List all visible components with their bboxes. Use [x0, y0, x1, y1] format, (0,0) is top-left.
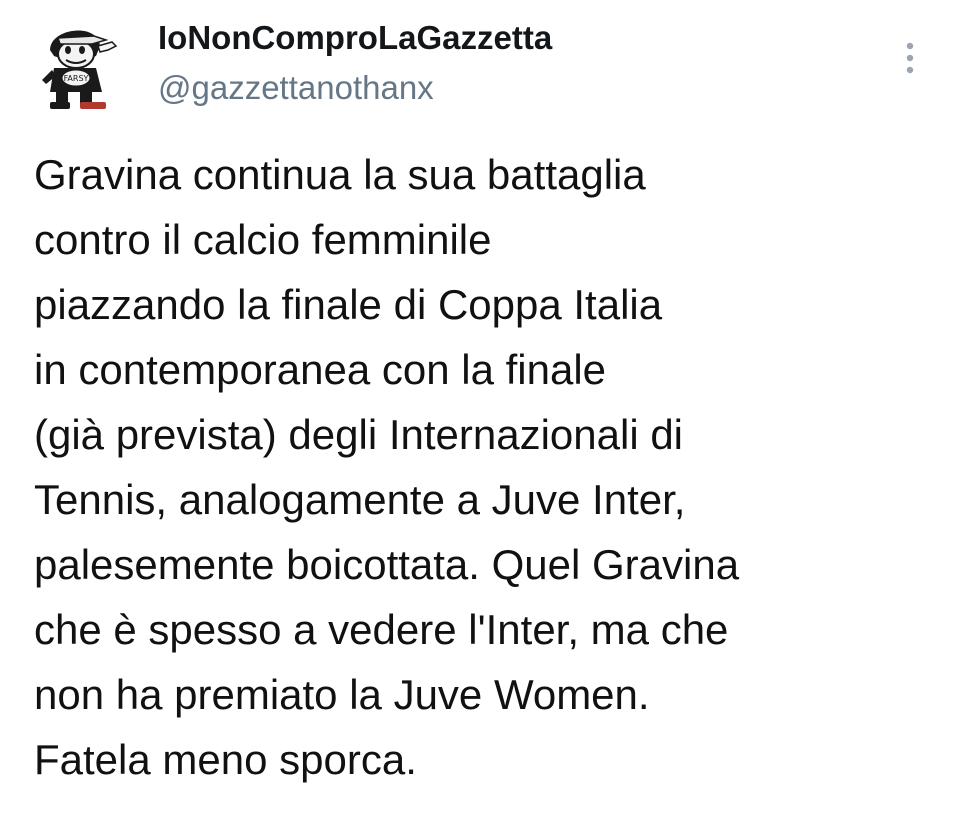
author-handle[interactable]: @gazzettanothanx: [158, 66, 434, 110]
cartoon-avatar-icon: FARSY: [42, 30, 118, 109]
tweet-text-line: palesemente boicottata. Quel Gravina: [34, 541, 740, 588]
tweet-text: Gravina continua la sua battaglia contro…: [34, 142, 934, 792]
tweet-text-line: che è spesso a vedere l'Inter, ma che: [34, 606, 729, 653]
avatar[interactable]: FARSY: [36, 16, 120, 112]
tweet-text-line: non ha premiato la Juve Women.: [34, 671, 650, 718]
tweet-text-line: piazzando la finale di Coppa Italia: [34, 281, 663, 328]
tweet-text-line: (già prevista) degli Internazionali di: [34, 411, 684, 458]
avatar-badge-text: FARSY: [64, 74, 89, 83]
tweet-text-line: Gravina continua la sua battaglia: [34, 151, 646, 198]
tweet-text-line: in contemporanea con la finale: [34, 346, 607, 393]
tweet-text-line: contro il calcio femminile: [34, 216, 492, 263]
more-options-button[interactable]: [896, 36, 924, 80]
author-display-name[interactable]: IoNonComproLaGazzetta: [158, 16, 552, 60]
tweet-text-line: Fatela meno sporca.: [34, 736, 417, 783]
tweet-card: FARSY IoNonComproLaGazzetta @gazzettanot…: [0, 0, 960, 817]
vertical-ellipsis-icon: [906, 42, 914, 74]
tweet-text-line: Tennis, analogamente a Juve Inter,: [34, 476, 686, 523]
